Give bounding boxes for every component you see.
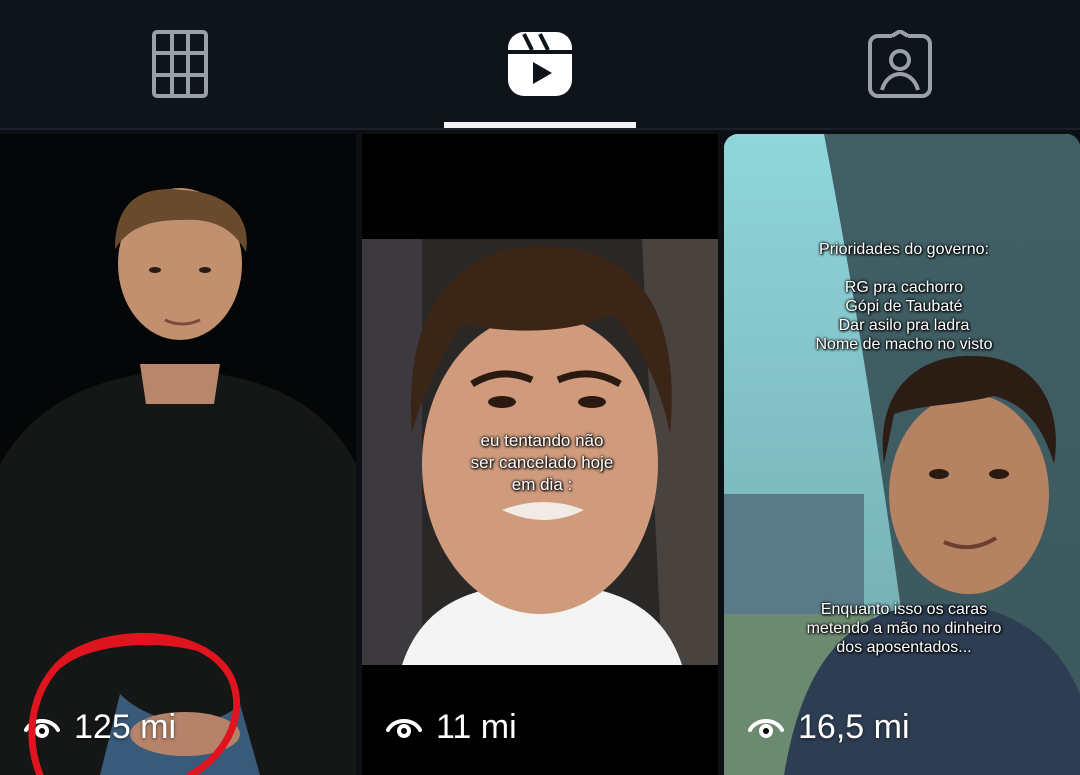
reel-thumbnail-2[interactable]: eu tentando não ser cancelado hoje em di… — [362, 134, 718, 775]
view-count: 125 mi — [24, 708, 176, 747]
reels-grid: 125 mi eu tentando não ser cancelado hoj… — [0, 134, 1080, 775]
view-count-label: 16,5 mi — [798, 708, 910, 746]
tab-posts-grid[interactable] — [80, 0, 280, 128]
reel-3-caption-top: Prioridades do governo: RG pra cachorro … — [784, 240, 1024, 354]
divider — [0, 128, 1080, 130]
tab-tagged[interactable] — [800, 0, 1000, 128]
grid-icon — [152, 30, 208, 98]
reel-3-image — [724, 134, 1080, 775]
reels-icon — [508, 32, 572, 96]
reel-thumbnail-1[interactable]: 125 mi — [0, 134, 356, 775]
reel-3-caption-bottom: Enquanto isso os caras metendo a mão no … — [784, 600, 1024, 657]
eye-icon — [24, 718, 60, 738]
reel-2-caption: eu tentando não ser cancelado hoje em di… — [442, 430, 642, 496]
tagged-person-icon — [868, 30, 932, 98]
tab-reels[interactable] — [440, 0, 640, 128]
caption-text: eu tentando não ser cancelado hoje em di… — [470, 431, 614, 494]
profile-tab-bar — [0, 0, 1080, 128]
caption-text: Enquanto isso os caras metendo a mão no … — [806, 601, 1002, 656]
eye-icon — [748, 718, 784, 738]
reel-thumbnail-3[interactable]: Prioridades do governo: RG pra cachorro … — [724, 134, 1080, 775]
eye-icon — [386, 718, 422, 738]
view-count: 16,5 mi — [748, 708, 910, 747]
reel-1-image — [0, 134, 356, 775]
view-count-label: 11 mi — [436, 708, 517, 746]
view-count-label: 125 mi — [74, 708, 177, 746]
caption-text: Prioridades do governo: RG pra cachorro … — [815, 241, 993, 353]
view-count: 11 mi — [386, 708, 517, 747]
